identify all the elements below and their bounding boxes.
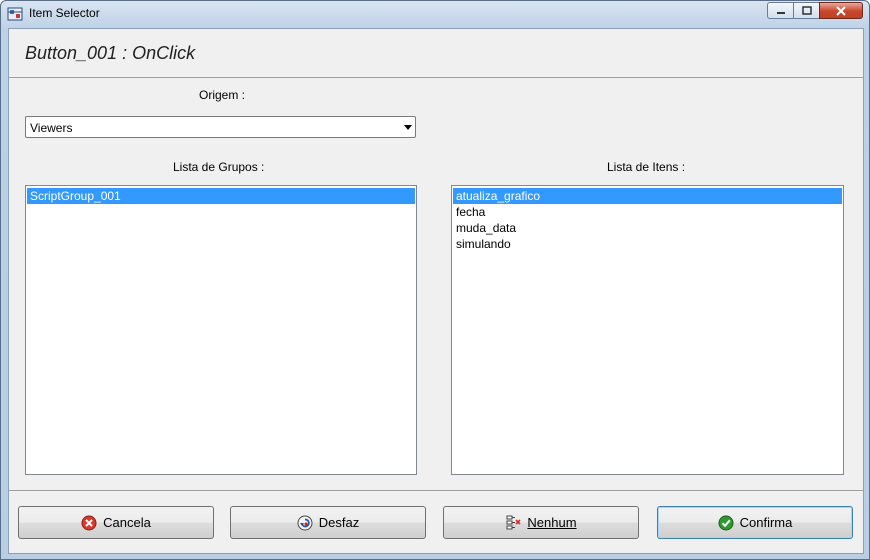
- chevron-down-icon[interactable]: [404, 125, 412, 130]
- undo-button[interactable]: Desfaz: [230, 506, 426, 539]
- close-button[interactable]: [819, 2, 863, 19]
- items-label: Lista de Itens :: [607, 160, 686, 174]
- none-button-label: Nenhum: [527, 515, 577, 530]
- item-selector-window: Item Selector Button_001 : OnClick Orige…: [0, 0, 870, 560]
- groups-label: Lista de Grupos :: [173, 160, 265, 174]
- maximize-button[interactable]: [793, 2, 819, 19]
- items-list-item[interactable]: atualiza_grafico: [453, 188, 842, 204]
- items-list-item[interactable]: simulando: [453, 236, 842, 252]
- close-icon: [836, 5, 846, 16]
- button-bar: Cancela Desfaz Nenhum Confirma: [9, 490, 863, 554]
- groups-list-item[interactable]: ScriptGroup_001: [27, 188, 415, 204]
- confirm-button-label: Confirma: [739, 515, 793, 530]
- groups-listbox[interactable]: ScriptGroup_001: [25, 185, 417, 475]
- title-bar[interactable]: Item Selector: [1, 1, 869, 27]
- undo-button-label: Desfaz: [318, 515, 360, 530]
- undo-icon: [297, 515, 313, 530]
- cancel-button-label: Cancela: [103, 515, 151, 530]
- items-list-item[interactable]: muda_data: [453, 220, 842, 236]
- item-selector-icon: [7, 7, 23, 21]
- event-title: Button_001 : OnClick: [25, 43, 196, 63]
- minimize-button[interactable]: [767, 2, 793, 19]
- window-title: Item Selector: [29, 6, 100, 20]
- cancel-button[interactable]: Cancela: [18, 506, 214, 539]
- cancel-icon: [81, 515, 97, 530]
- clear-selection-icon: [506, 515, 521, 529]
- none-button[interactable]: Nenhum: [443, 506, 639, 539]
- items-list-item[interactable]: fecha: [453, 204, 842, 220]
- caption-buttons: [767, 2, 863, 20]
- items-listbox[interactable]: atualiza_grafico fecha muda_data simulan…: [451, 185, 844, 475]
- origem-dropdown[interactable]: Viewers: [25, 116, 416, 138]
- minimize-icon: [776, 11, 785, 14]
- dialog-client-area: Button_001 : OnClick Origem : Viewers Li…: [8, 28, 864, 554]
- origem-selected-value: Viewers: [30, 121, 73, 135]
- check-icon: [718, 515, 734, 530]
- header-panel: Button_001 : OnClick: [9, 29, 863, 78]
- maximize-icon: [801, 6, 812, 15]
- confirm-button[interactable]: Confirma: [657, 506, 853, 539]
- origem-label: Origem :: [199, 88, 246, 102]
